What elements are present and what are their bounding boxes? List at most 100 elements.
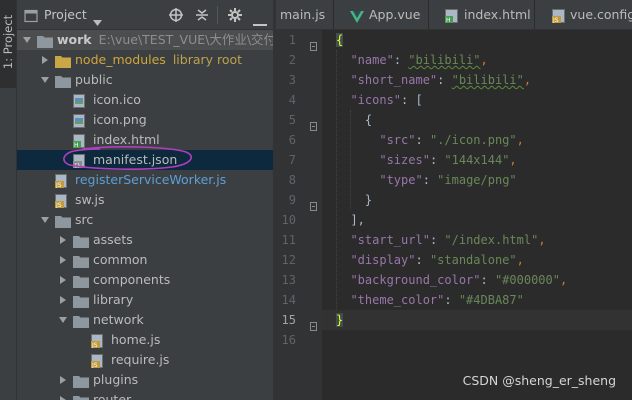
chevron-right-icon[interactable] (60, 296, 66, 304)
chevron-right-icon[interactable] (60, 376, 66, 384)
line-number: 12 (281, 253, 296, 267)
tree-item-network[interactable]: network (17, 310, 273, 330)
tree-item-common[interactable]: common (17, 250, 273, 270)
line-number: 3 (288, 73, 296, 87)
code-token: , (523, 73, 532, 87)
chevron-down-icon[interactable] (41, 217, 49, 223)
collapse-all-icon[interactable] (195, 7, 209, 27)
tree-item-library[interactable]: library (17, 290, 273, 310)
code-token: , (480, 53, 488, 67)
fold-marker-icon[interactable] (310, 196, 317, 211)
code-token: : (429, 233, 445, 247)
project-tool-tab[interactable]: 1: Project (0, 0, 16, 88)
json-key: "src" (379, 133, 416, 147)
tool-window-strip: 1: Project (0, 0, 17, 400)
chevron-down-icon[interactable] (93, 11, 102, 30)
locate-file-icon[interactable] (168, 7, 184, 27)
chevron-right-icon[interactable] (60, 396, 66, 400)
code-line: "src": "./icon.png", (322, 130, 632, 150)
tab-vue-config[interactable]: JS vue.config (535, 0, 632, 29)
tree-item-registerserviceworker-js[interactable]: JS registerServiceWorker.js (17, 170, 273, 190)
chevron-right-icon[interactable] (60, 236, 66, 244)
code-line: } (322, 310, 632, 330)
code-token: , (516, 253, 524, 267)
line-number: 8 (288, 173, 296, 187)
tab-index-html[interactable]: H index.html (429, 0, 535, 29)
vue-file-icon (350, 8, 364, 27)
annotation-circle-icon (63, 146, 193, 170)
gear-icon[interactable] (227, 7, 243, 27)
tree-item-label: icon.ico (93, 92, 141, 107)
svg-text:JS: JS (55, 202, 62, 208)
tree-item-components[interactable]: components (17, 270, 273, 290)
line-number: 15 (281, 313, 296, 327)
tree-item-assets[interactable]: assets (17, 230, 273, 250)
tree-item-text: router (93, 392, 131, 400)
line-number: 1 (288, 33, 296, 47)
tree-item-text: sw.js (75, 192, 105, 208)
tree-item-text: common (93, 252, 147, 268)
tab-label: vue.config (570, 7, 632, 22)
code-token: , (509, 153, 517, 167)
tree-item-icon-png[interactable]: icon.png (17, 110, 273, 130)
json-key: "start_url" (350, 233, 430, 247)
project-panel-header: Project (17, 0, 273, 30)
chevron-right-icon[interactable] (42, 56, 48, 64)
chevron-down-icon[interactable] (23, 37, 31, 43)
folder-icon (73, 393, 89, 400)
tree-item-label: node_modules (75, 52, 166, 67)
chevron-right-icon[interactable] (60, 256, 66, 264)
fold-marker-icon[interactable] (310, 116, 317, 131)
tree-item-icon-ico[interactable]: icon.ico (17, 90, 273, 110)
code-area[interactable]: { "name": "bilibili", "short_name": "bil… (322, 30, 632, 400)
tab-main-js[interactable]: main.js (276, 0, 334, 29)
json-string: "standalone" (429, 253, 517, 267)
code-token: : (415, 133, 430, 147)
code-line: "display": "standalone", (322, 250, 632, 270)
code-token: : (415, 253, 430, 267)
tree-item-require-js[interactable]: JS require.js (17, 350, 273, 370)
code-token: : (437, 73, 452, 87)
chevron-down-icon[interactable] (41, 77, 49, 83)
tree-item-home-js[interactable]: JS home.js (17, 330, 273, 350)
json-key: "display" (350, 253, 416, 267)
line-number: 11 (281, 233, 296, 247)
code-token: ], (336, 213, 365, 227)
fold-marker-icon[interactable] (310, 36, 317, 51)
tree-item-text: components (93, 272, 170, 288)
tree-item-src[interactable]: src (17, 210, 273, 230)
code-line: "icons": [ (322, 90, 632, 110)
js-file-icon: JS (552, 8, 565, 27)
code-line: "short_name": "bilibili", (322, 70, 632, 90)
tree-item-node-modules[interactable]: node_modules library root (17, 50, 273, 70)
line-number: 13 (281, 273, 296, 287)
code-token: { (336, 33, 344, 47)
tree-item-public[interactable]: public (17, 70, 273, 90)
tree-item-router[interactable]: router (17, 390, 273, 400)
code-line: "background_color": "#000000", (322, 270, 632, 290)
fold-marker-icon[interactable] (310, 316, 317, 331)
tree-item-label: public (75, 72, 113, 87)
tree-item-work[interactable]: work E:\vue\TEST_VUE\大作业\交付大作业 (17, 30, 273, 50)
tree-item-sw-js[interactable]: JS sw.js (17, 190, 273, 210)
tree-item-label: plugins (93, 372, 139, 387)
tree-item-text: src (75, 212, 93, 228)
project-view-icon (24, 8, 38, 27)
editor-tabs: main.js App.vue H index.html JS vue.conf… (276, 0, 632, 30)
tab-app-vue[interactable]: App.vue (334, 0, 429, 29)
code-line: } (322, 190, 632, 210)
svg-text:JS: JS (91, 362, 98, 368)
chevron-down-icon[interactable] (59, 317, 67, 323)
tree-item-text: node_modules library root (75, 52, 242, 68)
tree-item-text: require.js (111, 352, 169, 368)
json-string: "144x144" (444, 153, 510, 167)
chevron-right-icon[interactable] (60, 276, 66, 284)
tree-item-plugins[interactable]: plugins (17, 370, 273, 390)
code-line: "name": "bilibili", (322, 50, 632, 70)
project-panel-title[interactable]: Project (44, 7, 87, 22)
